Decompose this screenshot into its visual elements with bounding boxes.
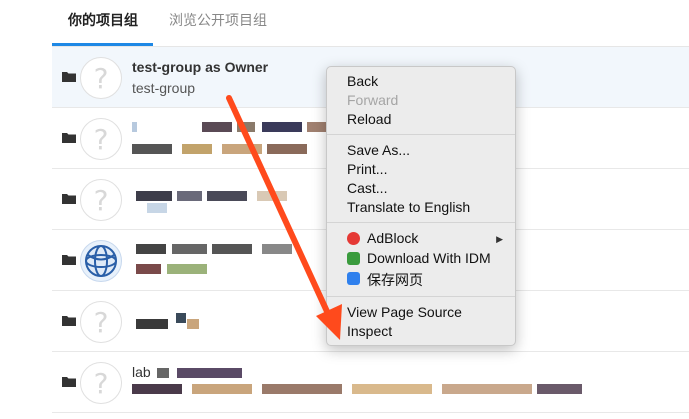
annotation-arrow-icon bbox=[226, 95, 342, 340]
